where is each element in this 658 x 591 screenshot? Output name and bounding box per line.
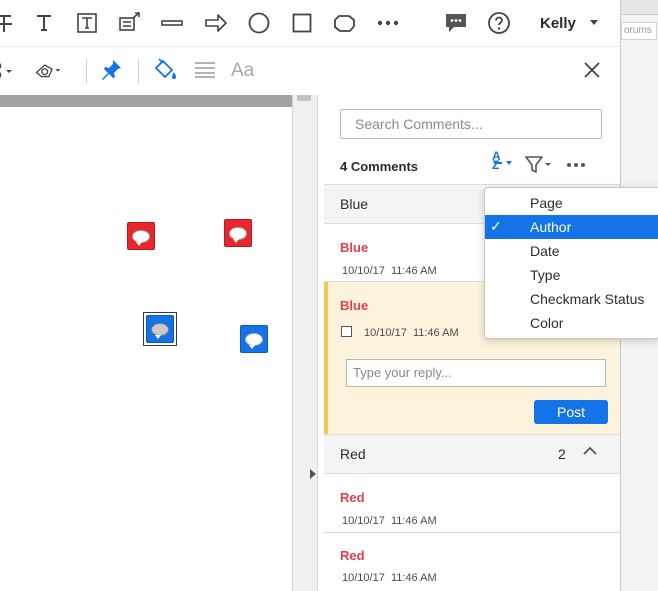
comment-time: 11:46 AM (390, 265, 437, 277)
sort-menu: Page ✓ Author Date Type Checkmark Status … (484, 187, 658, 339)
menu-item-label: Type (530, 267, 561, 283)
comment-icon (229, 226, 247, 243)
menu-item-label: Checkmark Status (530, 291, 645, 307)
rectangle-icon[interactable] (288, 9, 316, 37)
comment-item[interactable]: Red 10/10/17 11:46 AM (324, 533, 620, 591)
more-icon[interactable] (374, 9, 402, 37)
sticky-note-blue-selected[interactable] (143, 312, 177, 346)
shape-tool-icon[interactable] (34, 56, 62, 84)
user-menu-chevron-icon[interactable] (590, 20, 598, 25)
panel-splitter[interactable] (292, 95, 318, 591)
sort-chevron-icon (506, 161, 512, 165)
checkmark-checkbox[interactable] (341, 326, 352, 337)
line-icon[interactable] (158, 9, 186, 37)
sort-icon[interactable]: AZ (489, 149, 515, 175)
comment-time: 11:46 AM (390, 572, 437, 584)
comment-date: 10/10/17 (342, 265, 385, 277)
close-icon[interactable] (578, 56, 606, 84)
comment-date: 10/10/17 (364, 327, 407, 339)
user-name[interactable]: Kelly (540, 15, 576, 32)
comment-time: 11:46 AM (390, 515, 437, 527)
sticky-note-red[interactable] (224, 219, 252, 247)
comment-icon (132, 229, 150, 246)
text-icon[interactable] (30, 9, 58, 37)
panel-more-icon[interactable] (562, 151, 590, 179)
oval-icon[interactable] (245, 9, 273, 37)
checkmark-icon: ✓ (490, 218, 502, 234)
menu-item-label: Page (530, 195, 563, 211)
search-comments-input[interactable]: Search Comments... (340, 109, 602, 139)
comment-count: 4 Comments (340, 159, 419, 174)
cloud-icon[interactable] (331, 9, 359, 37)
text-callout-icon[interactable] (116, 9, 144, 37)
comment-author: Blue (340, 298, 369, 313)
comment-author: Red (340, 490, 365, 505)
selection-bar (324, 282, 328, 434)
menu-item-label: Date (530, 243, 560, 259)
post-button[interactable]: Post (534, 400, 608, 424)
toolbar-divider (138, 59, 139, 83)
sort-az-label: AZ (492, 149, 501, 172)
sort-az-bar (494, 162, 502, 164)
group-label: Blue (340, 196, 369, 212)
reply-input[interactable]: Type your reply... (346, 359, 606, 387)
group-label: Red (340, 446, 366, 462)
comment-icon (245, 332, 263, 349)
sort-menu-item-color[interactable]: Color (485, 311, 658, 335)
comment-icon (151, 322, 169, 339)
comment-timestamp: 10/10/17 11:46 AM (342, 265, 437, 277)
pin-icon[interactable] (97, 56, 125, 84)
sort-menu-item-page[interactable]: Page (485, 191, 658, 215)
textbox-icon[interactable] (73, 9, 101, 37)
sticky-note-blue[interactable] (240, 325, 268, 353)
comment-date: 10/10/17 (342, 572, 385, 584)
toolbar-divider (86, 59, 87, 83)
sort-menu-item-type[interactable]: Type (485, 263, 658, 287)
sort-menu-item-author[interactable]: ✓ Author (485, 215, 658, 239)
comment-timestamp: 10/10/17 11:46 AM (342, 572, 437, 584)
strikethrough-text-icon[interactable] (0, 9, 18, 37)
font-style-icon[interactable]: Aa (231, 60, 254, 82)
sticky-note-blue[interactable] (146, 315, 174, 343)
fill-color-icon[interactable] (152, 56, 180, 84)
comment-item[interactable]: Red 10/10/17 11:46 AM (324, 474, 620, 531)
arrow-icon[interactable] (202, 9, 230, 37)
sort-menu-item-date[interactable]: Date (485, 239, 658, 263)
group-header-red[interactable]: Red 2 (324, 435, 620, 473)
help-icon[interactable] (485, 9, 513, 37)
collapse-chevron-icon[interactable] (582, 444, 598, 462)
menu-item-label: Color (530, 315, 564, 331)
group-count: 2 (558, 446, 566, 462)
expand-panel-icon[interactable] (310, 469, 316, 479)
comment-timestamp: 10/10/17 11:46 AM (342, 515, 437, 527)
comment-date: 10/10/17 (342, 515, 385, 527)
menu-item-label: Author (530, 219, 572, 235)
comment-panel-icon[interactable] (442, 9, 470, 37)
forums-tab[interactable]: orums (621, 22, 657, 40)
comment-author: Red (340, 548, 365, 563)
sort-menu-item-checkmark-status[interactable]: Checkmark Status (485, 287, 658, 311)
document-page[interactable] (0, 95, 292, 591)
line-weight-icon[interactable] (191, 56, 219, 84)
scrollbar-thumb[interactable] (297, 95, 311, 101)
properties-toolbar: Aa (0, 46, 620, 96)
comment-author: Blue (340, 240, 369, 255)
comment-time: 11:46 AM (412, 327, 459, 339)
comments-panel: Search Comments... 4 Comments AZ Blue Bl… (318, 95, 620, 591)
stamp-tool-icon[interactable] (0, 56, 16, 84)
strip-header (621, 0, 658, 15)
comment-timestamp: 10/10/17 11:46 AM (364, 327, 459, 339)
annotation-toolbar: Kelly (0, 0, 620, 46)
filter-icon[interactable] (523, 151, 553, 179)
sticky-note-red[interactable] (127, 222, 155, 250)
